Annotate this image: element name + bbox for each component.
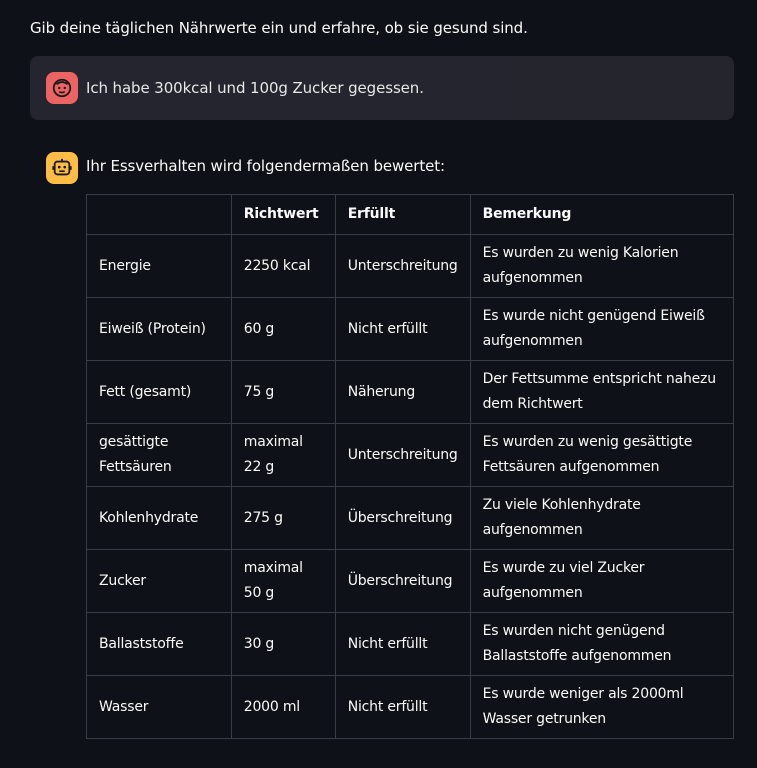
table-row: Zucker maximal 50 g Überschreitung Es wu…: [86, 549, 735, 613]
guideline-cell: 2000 ml: [230, 675, 336, 739]
fulfilled-cell: Nicht erfüllt: [334, 297, 471, 361]
user-face-icon: [46, 72, 78, 104]
nutrient-cell: Ballaststoffe: [86, 612, 232, 676]
fulfilled-cell: Nicht erfüllt: [334, 612, 471, 676]
guideline-cell: maximal 50 g: [230, 549, 336, 613]
header-cell: Bemerkung: [469, 194, 735, 235]
nutrient-cell: Fett (gesamt): [86, 360, 232, 424]
header-cell: [86, 194, 232, 235]
guideline-cell: 75 g: [230, 360, 336, 424]
fulfilled-cell: Überschreitung: [334, 549, 471, 613]
guideline-cell: 2250 kcal: [230, 234, 336, 298]
guideline-cell: maximal 22 g: [230, 423, 336, 487]
guideline-cell: 60 g: [230, 297, 336, 361]
guideline-cell: 275 g: [230, 486, 336, 550]
header-cell: Erfüllt: [334, 194, 471, 235]
table-row: Kohlenhydrate 275 g Überschreitung Zu vi…: [86, 486, 735, 550]
nutrient-cell: Zucker: [86, 549, 232, 613]
remark-cell: Zu viele Kohlenhydrate aufgenommen: [469, 486, 735, 550]
table-row: Eiweiß (Protein) 60 g Nicht erfüllt Es w…: [86, 297, 735, 361]
robot-face-icon: [46, 152, 78, 184]
remark-cell: Es wurde zu viel Zucker aufgenommen: [469, 549, 735, 613]
table-row: gesättigte Fettsäuren maximal 22 g Unter…: [86, 423, 735, 487]
table-row: Fett (gesamt) 75 g Näherung Der Fettsumm…: [86, 360, 735, 424]
user-message: Ich habe 300kcal und 100g Zucker gegesse…: [30, 56, 734, 120]
assistant-message-text: Ihr Essverhalten wird folgendermaßen bew…: [86, 157, 446, 175]
fulfilled-cell: Näherung: [334, 360, 471, 424]
fulfilled-cell: Unterschreitung: [334, 423, 471, 487]
table-row: Wasser 2000 ml Nicht erfüllt Es wurde we…: [86, 675, 735, 739]
remark-cell: Der Fettsumme entspricht nahezu dem Rich…: [469, 360, 735, 424]
fulfilled-cell: Überschreitung: [334, 486, 471, 550]
fulfilled-cell: Unterschreitung: [334, 234, 471, 298]
nutrient-cell: Wasser: [86, 675, 232, 739]
table-header-row: Richtwert Erfüllt Bemerkung: [86, 194, 735, 235]
table-row: Energie 2250 kcal Unterschreitung Es wur…: [86, 234, 735, 298]
nutrient-cell: Kohlenhydrate: [86, 486, 232, 550]
remark-cell: Es wurden zu wenig Kalorien aufgenommen: [469, 234, 735, 298]
table-row: Ballaststoffe 30 g Nicht erfüllt Es wurd…: [86, 612, 735, 676]
remark-cell: Es wurden zu wenig gesättigte Fettsäuren…: [469, 423, 735, 487]
remark-cell: Es wurden nicht genügend Ballaststoffe a…: [469, 612, 735, 676]
header-cell: Richtwert: [230, 194, 336, 235]
user-message-text: Ich habe 300kcal und 100g Zucker gegesse…: [86, 79, 424, 97]
guideline-cell: 30 g: [230, 612, 336, 676]
nutrient-cell: gesättigte Fettsäuren: [86, 423, 232, 487]
remark-cell: Es wurde weniger als 2000ml Wasser getru…: [469, 675, 735, 739]
remark-cell: Es wurde nicht genügend Eiweiß aufgenomm…: [469, 297, 735, 361]
nutrient-cell: Energie: [86, 234, 232, 298]
intro-text: Gib deine täglichen Nährwerte ein und er…: [30, 19, 528, 37]
nutrient-cell: Eiweiß (Protein): [86, 297, 232, 361]
fulfilled-cell: Nicht erfüllt: [334, 675, 471, 739]
nutrition-evaluation-table: Richtwert Erfüllt Bemerkung Energie 2250…: [86, 194, 735, 739]
